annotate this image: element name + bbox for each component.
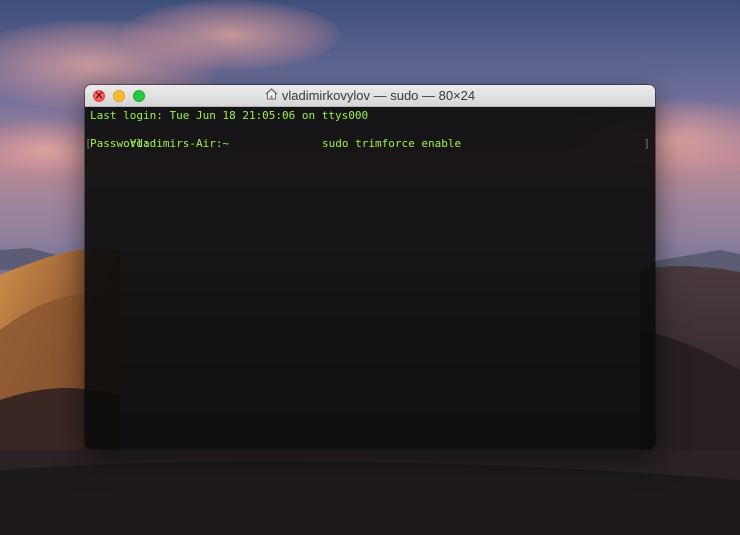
title-bar[interactable]: vladimirkovylov — sudo — 80×24 — [85, 85, 655, 107]
last-login-line: Last login: Tue Jun 18 21:05:06 on ttys0… — [90, 109, 369, 122]
window-title-area: vladimirkovylov — sudo — 80×24 — [85, 85, 655, 107]
password-prompt-line[interactable]: Password: — [90, 137, 650, 151]
home-folder-icon — [265, 85, 278, 107]
terminal-window[interactable]: vladimirkovylov — sudo — 80×24 Last logi… — [85, 85, 655, 449]
terminal-content[interactable]: Last login: Tue Jun 18 21:05:06 on ttys0… — [85, 107, 655, 449]
window-title: vladimirkovylov — sudo — 80×24 — [281, 88, 476, 103]
command-line: [Vladimirs-Air:~ sudo trimforce enable] — [85, 123, 650, 150]
